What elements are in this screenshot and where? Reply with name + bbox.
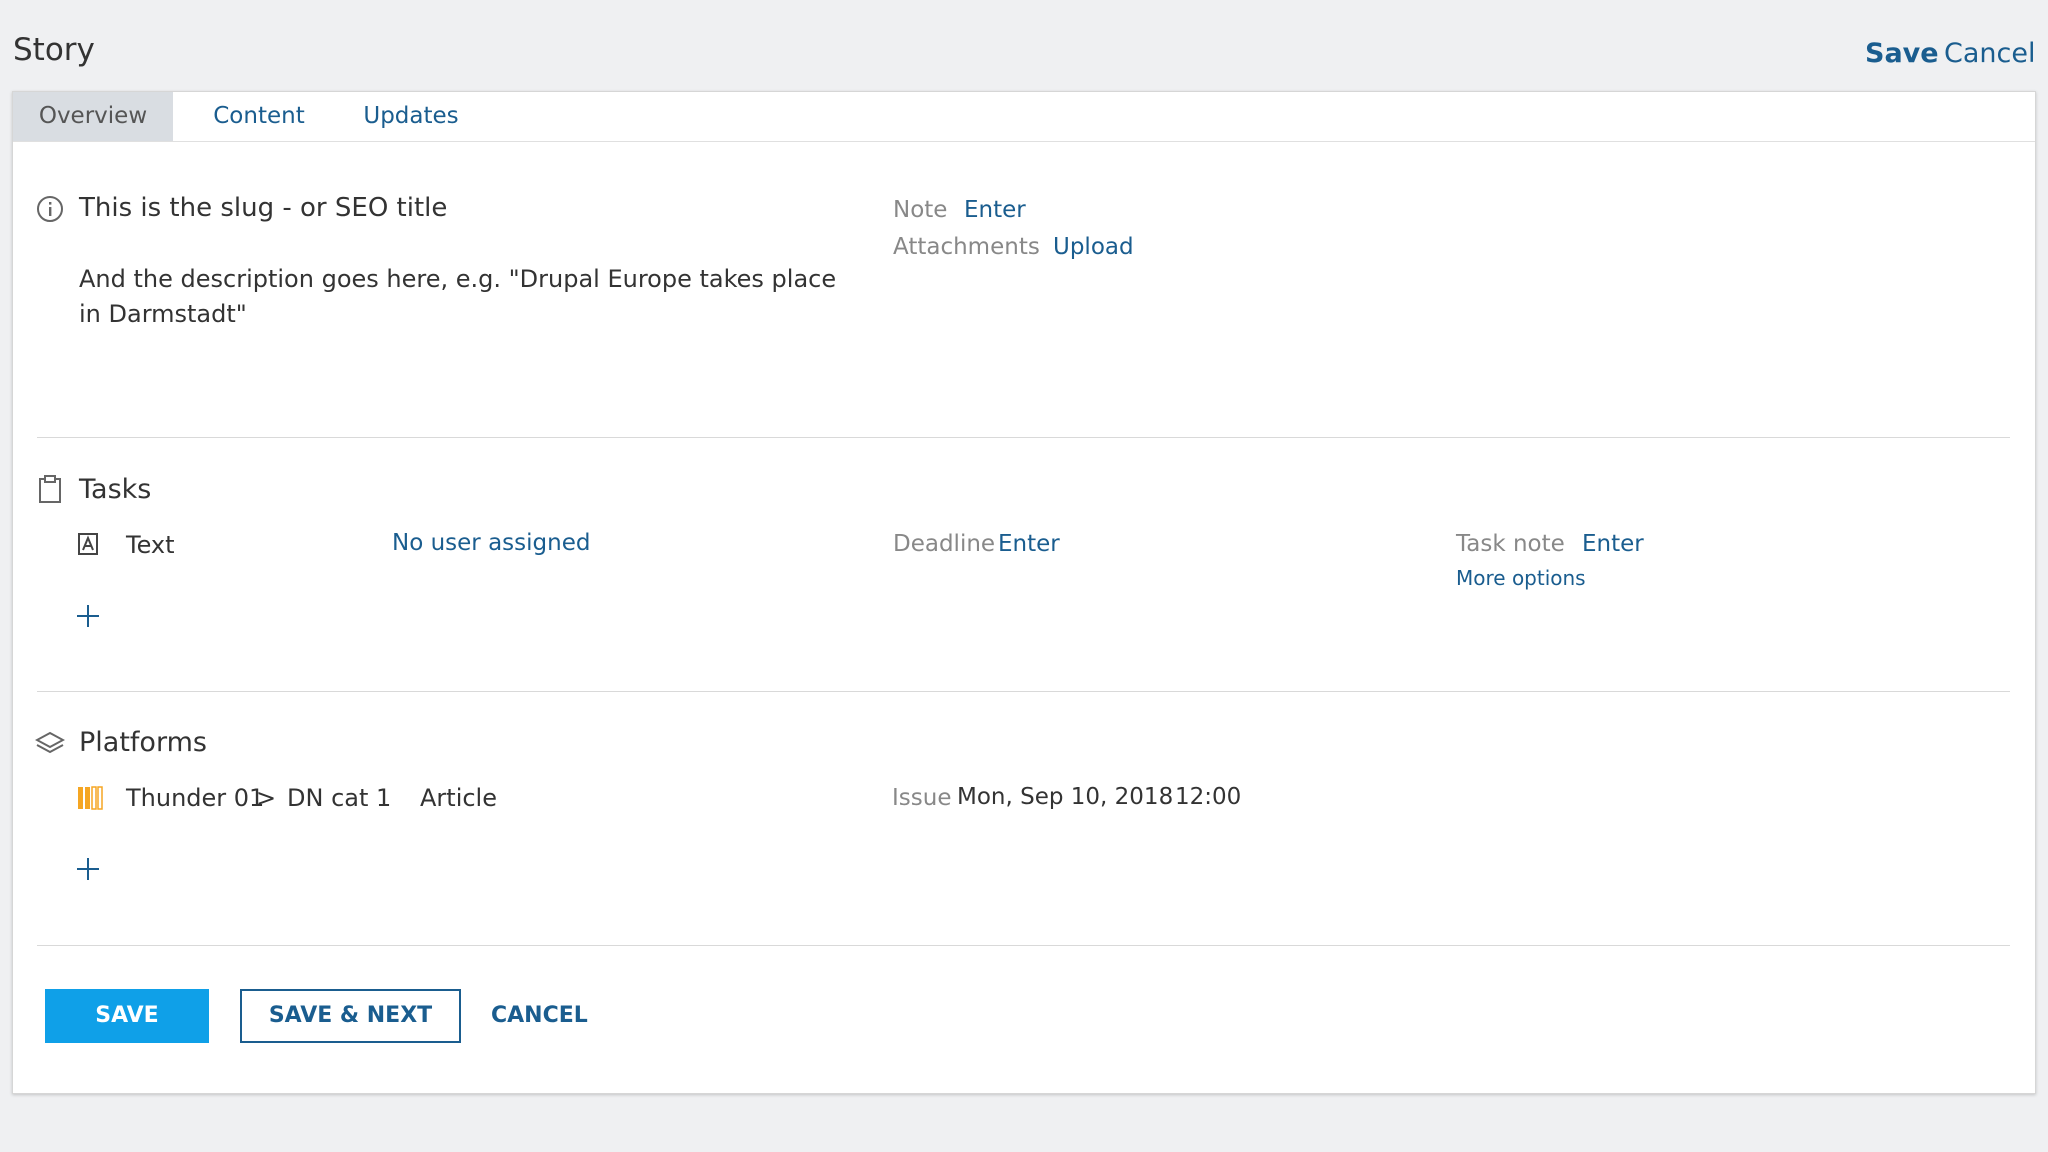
clipboard-icon [37,474,63,508]
note-enter-link[interactable]: Enter [964,197,1026,223]
tab-bar: Overview Content Updates [13,92,2035,142]
task-note-enter-link[interactable]: Enter [1582,531,1644,557]
tab-content[interactable]: Content [189,92,329,141]
info-icon [36,195,64,227]
story-panel: Overview Content Updates This is the slu… [12,91,2036,1094]
attachments-upload-link[interactable]: Upload [1053,234,1134,260]
page-title: Story [13,32,95,68]
section-divider [37,945,2010,946]
deadline-enter-link[interactable]: Enter [998,531,1060,557]
add-platform-icon[interactable] [75,856,101,886]
deadline-label: Deadline [893,531,996,557]
layers-icon [34,730,66,762]
section-divider [37,691,2010,692]
task-note-label: Task note [1456,531,1565,557]
issue-time[interactable]: 12:00 [1175,784,1241,810]
attachments-label: Attachments [893,234,1040,260]
story-slug[interactable]: This is the slug - or SEO title [79,193,447,223]
issue-label: Issue [892,785,952,811]
save-button[interactable]: SAVE [45,989,209,1043]
platform-icon [77,786,103,814]
text-task-icon [77,532,99,560]
tab-overview[interactable]: Overview [13,92,173,141]
more-options-link[interactable]: More options [1456,566,1586,590]
issue-date[interactable]: Mon, Sep 10, 2018 [957,784,1173,810]
task-assignee-link[interactable]: No user assigned [392,530,590,556]
add-task-icon[interactable] [75,603,101,633]
header-cancel-link[interactable]: Cancel [1944,38,2035,69]
platforms-heading: Platforms [79,727,207,758]
tab-updates[interactable]: Updates [341,92,481,141]
task-name: Text [126,531,175,559]
cancel-button[interactable]: CANCEL [491,989,588,1043]
platform-path-a: Thunder 01 [126,784,265,812]
tasks-heading: Tasks [79,474,152,505]
story-description[interactable]: And the description goes here, e.g. "Dru… [79,262,849,332]
platform-path-b: DN cat 1 [287,784,392,812]
note-label: Note [893,197,948,223]
section-divider [37,437,2010,438]
save-and-next-button[interactable]: SAVE & NEXT [240,989,461,1043]
platform-path-separator: > [256,784,277,812]
platform-type: Article [420,784,497,812]
header-save-link[interactable]: Save [1865,38,1939,69]
